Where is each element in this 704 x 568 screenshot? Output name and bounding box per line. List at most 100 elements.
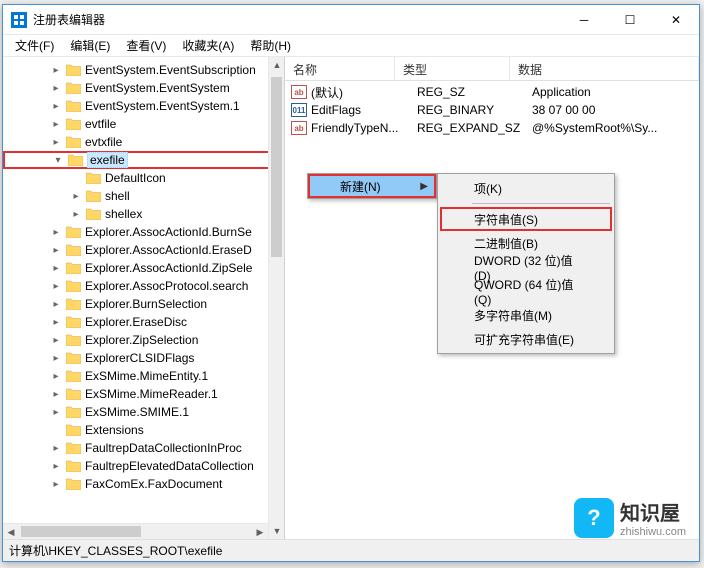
- value-type: REG_EXPAND_SZ: [417, 121, 532, 135]
- expand-icon[interactable]: ▸: [49, 135, 63, 149]
- menu-view[interactable]: 查看(V): [118, 35, 174, 56]
- expand-icon[interactable]: ▸: [69, 207, 83, 221]
- expand-icon[interactable]: ▸: [49, 99, 63, 113]
- scroll-right-icon[interactable]: ▶: [252, 524, 268, 539]
- tree-item-label: FaxComEx.FaxDocument: [85, 477, 222, 491]
- tree-panel: ▸EventSystem.EventSubscription▸EventSyst…: [3, 57, 285, 539]
- ctx-string-value[interactable]: 字符串值(S): [440, 207, 612, 231]
- folder-icon: [65, 441, 81, 455]
- tree-scrollbar-v[interactable]: ▲ ▼: [268, 57, 284, 539]
- app-icon: [11, 12, 27, 28]
- scroll-thumb-h[interactable]: [21, 526, 141, 537]
- tree-item[interactable]: ▸ Explorer.EraseDisc: [3, 313, 284, 331]
- expand-icon[interactable]: ▸: [49, 261, 63, 275]
- tree-item[interactable]: ▸ ExplorerCLSIDFlags: [3, 349, 284, 367]
- expand-icon[interactable]: ▸: [49, 477, 63, 491]
- expand-icon[interactable]: ▸: [49, 279, 63, 293]
- menu-favorites[interactable]: 收藏夹(A): [174, 35, 242, 56]
- tree-item[interactable]: ▸FaultrepElevatedDataCollection: [3, 457, 284, 475]
- tree-item-label: Explorer.BurnSelection: [85, 297, 207, 311]
- header-data[interactable]: 数据: [510, 57, 699, 80]
- ctx-key[interactable]: 项(K): [440, 176, 612, 200]
- close-button[interactable]: ✕: [653, 5, 699, 35]
- scroll-left-icon[interactable]: ◀: [3, 524, 19, 539]
- folder-icon: [65, 405, 81, 419]
- expand-icon[interactable]: ▸: [49, 297, 63, 311]
- tree-item-label: Explorer.EraseDisc: [85, 315, 187, 329]
- ctx-expand-string-value[interactable]: 可扩充字符串值(E): [440, 327, 612, 351]
- tree-scrollbar-h[interactable]: ◀ ▶: [3, 523, 268, 539]
- scroll-thumb-v[interactable]: [271, 77, 282, 257]
- tree-item[interactable]: ▸ Explorer.BurnSelection: [3, 295, 284, 313]
- tree-item[interactable]: ▸Explorer.AssocActionId.BurnSe: [3, 223, 284, 241]
- tree-item[interactable]: ▸evtfile: [3, 115, 284, 133]
- tree-item[interactable]: Extensions: [3, 421, 284, 439]
- expand-icon[interactable]: ▸: [49, 459, 63, 473]
- expand-icon[interactable]: ▸: [49, 333, 63, 347]
- tree-item[interactable]: ▸ExSMime.MimeEntity.1: [3, 367, 284, 385]
- expand-icon[interactable]: ▸: [49, 63, 63, 77]
- tree-item-label: evtxfile: [85, 135, 122, 149]
- value-row[interactable]: 011EditFlagsREG_BINARY38 07 00 00: [285, 101, 699, 119]
- scroll-up-icon[interactable]: ▲: [269, 57, 285, 73]
- ctx-separator: [472, 203, 610, 204]
- tree-item[interactable]: ▸shell: [3, 187, 284, 205]
- expand-icon[interactable]: ▾: [51, 153, 65, 167]
- expand-icon[interactable]: [69, 171, 83, 185]
- titlebar[interactable]: 注册表编辑器 ─ ☐ ✕: [3, 5, 699, 35]
- expand-icon[interactable]: ▸: [49, 351, 63, 365]
- tree-item-label: ExplorerCLSIDFlags: [85, 351, 194, 365]
- tree-item[interactable]: ▸Explorer.AssocProtocol.search: [3, 277, 284, 295]
- ctx-qword-value[interactable]: QWORD (64 位)值(Q): [440, 279, 612, 303]
- tree-item[interactable]: ▸ evtxfile: [3, 133, 284, 151]
- tree-item[interactable]: ▸ExSMime.SMIME.1: [3, 403, 284, 421]
- tree-item[interactable]: ▸EventSystem.EventSystem: [3, 79, 284, 97]
- menu-help[interactable]: 帮助(H): [242, 35, 299, 56]
- tree-item[interactable]: ▸EventSystem.EventSubscription: [3, 61, 284, 79]
- header-name[interactable]: 名称: [285, 57, 395, 80]
- expand-icon[interactable]: ▸: [49, 81, 63, 95]
- tree-item[interactable]: ▸ FaxComEx.FaxDocument: [3, 475, 284, 493]
- maximize-button[interactable]: ☐: [607, 5, 653, 35]
- ctx-new[interactable]: 新建(N) ▶: [308, 174, 436, 198]
- value-row[interactable]: abFriendlyTypeN...REG_EXPAND_SZ@%SystemR…: [285, 119, 699, 137]
- tree-item[interactable]: ▸Explorer.AssocActionId.EraseD: [3, 241, 284, 259]
- context-menu-new-submenu: 项(K) 字符串值(S) 二进制值(B) DWORD (32 位)值(D) QW…: [437, 173, 615, 354]
- expand-icon[interactable]: ▸: [49, 315, 63, 329]
- menu-edit[interactable]: 编辑(E): [62, 35, 118, 56]
- tree-item[interactable]: ▸Explorer.AssocActionId.ZipSele: [3, 259, 284, 277]
- submenu-arrow-icon: ▶: [420, 181, 428, 192]
- tree-item-label: FaultrepDataCollectionInProc: [85, 441, 242, 455]
- value-data: @%SystemRoot%\Sy...: [532, 121, 699, 135]
- tree-item[interactable]: ▸EventSystem.EventSystem.1: [3, 97, 284, 115]
- tree-item[interactable]: ▸ExSMime.MimeReader.1: [3, 385, 284, 403]
- value-data: 38 07 00 00: [532, 103, 699, 117]
- expand-icon[interactable]: ▸: [69, 189, 83, 203]
- expand-icon[interactable]: [49, 423, 63, 437]
- value-type-icon: ab: [291, 121, 307, 135]
- scroll-down-icon[interactable]: ▼: [269, 523, 285, 539]
- value-row[interactable]: ab(默认)REG_SZApplication: [285, 83, 699, 101]
- folder-icon: [65, 297, 81, 311]
- ctx-multi-string-value[interactable]: 多字符串值(M): [440, 303, 612, 327]
- tree-item[interactable]: ▸ FaultrepDataCollectionInProc: [3, 439, 284, 457]
- menu-file[interactable]: 文件(F): [7, 35, 62, 56]
- tree-item[interactable]: DefaultIcon: [3, 169, 284, 187]
- values-list[interactable]: ab(默认)REG_SZApplication011EditFlagsREG_B…: [285, 81, 699, 139]
- expand-icon[interactable]: ▸: [49, 243, 63, 257]
- minimize-button[interactable]: ─: [561, 5, 607, 35]
- header-type[interactable]: 类型: [395, 57, 510, 80]
- menubar: 文件(F) 编辑(E) 查看(V) 收藏夹(A) 帮助(H): [3, 35, 699, 57]
- expand-icon[interactable]: ▸: [49, 405, 63, 419]
- folder-icon: [65, 369, 81, 383]
- statusbar: 计算机\HKEY_CLASSES_ROOT\exefile: [3, 539, 699, 561]
- expand-icon[interactable]: ▸: [49, 117, 63, 131]
- registry-tree[interactable]: ▸EventSystem.EventSubscription▸EventSyst…: [3, 57, 284, 497]
- expand-icon[interactable]: ▸: [49, 387, 63, 401]
- expand-icon[interactable]: ▸: [49, 441, 63, 455]
- expand-icon[interactable]: ▸: [49, 225, 63, 239]
- tree-item[interactable]: ▸Explorer.ZipSelection: [3, 331, 284, 349]
- tree-item[interactable]: ▾exefile: [3, 151, 284, 169]
- tree-item[interactable]: ▸shellex: [3, 205, 284, 223]
- expand-icon[interactable]: ▸: [49, 369, 63, 383]
